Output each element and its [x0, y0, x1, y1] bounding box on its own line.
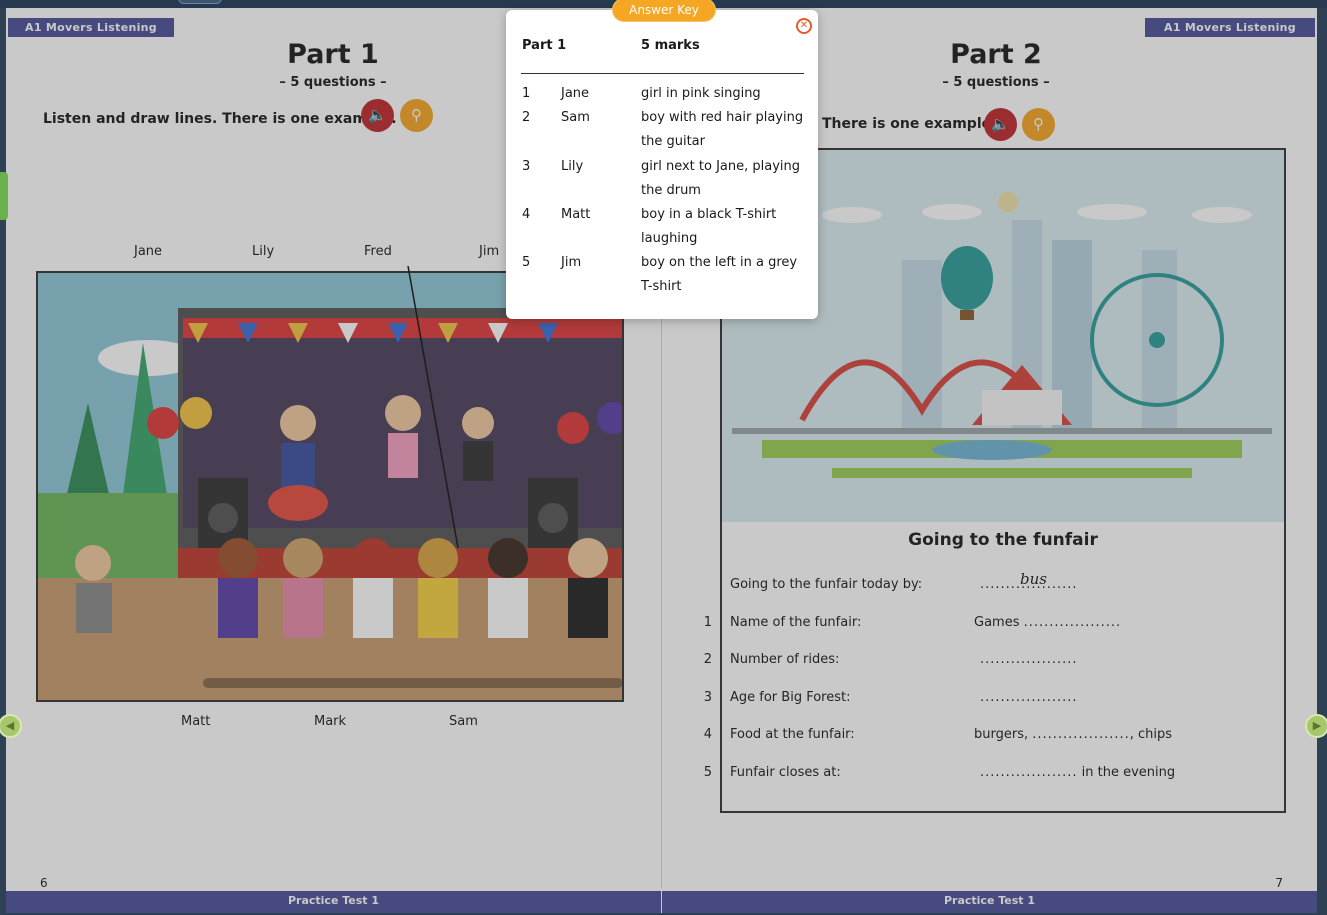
- form-answer[interactable]: ...................: [980, 690, 1078, 705]
- form-num: 1: [703, 615, 712, 630]
- answer-name: Sam: [561, 110, 590, 125]
- answer-key-part: Part 1: [522, 38, 567, 53]
- key-icon: ⚲: [1033, 115, 1044, 133]
- form-row: 2 Number of rides: ...................: [704, 652, 1284, 672]
- speaker-icon: 🔈: [991, 115, 1010, 133]
- answer-key-marks: 5 marks: [641, 38, 700, 53]
- form-prefix: Games: [974, 615, 1024, 630]
- next-page-button[interactable]: ▶: [1305, 714, 1327, 738]
- form-num: 5: [703, 765, 712, 780]
- answer-desc: boy with red hair playing the guitar: [641, 110, 804, 149]
- form-dots: ...................: [980, 690, 1078, 705]
- form-row: 1 Name of the funfair: Games ...........…: [704, 615, 1284, 635]
- form-row: 4 Food at the funfair: burgers, ........…: [704, 727, 1284, 747]
- footer-right: Practice Test 1: [662, 891, 1317, 913]
- form-num: 2: [703, 652, 712, 667]
- form-suffix: , chips: [1129, 727, 1173, 742]
- form-example-answer: bus: [1020, 570, 1047, 588]
- answer-name: Jim: [561, 255, 582, 270]
- answer-desc: boy in a black T-shirt laughing: [641, 207, 777, 246]
- form-answer[interactable]: burgers, ..................., chips: [974, 727, 1172, 742]
- form-example-label: Going to the funfair today by:: [730, 577, 923, 592]
- form-label: Age for Big Forest:: [730, 690, 851, 705]
- form-suffix: in the evening: [1077, 765, 1176, 780]
- top-tab[interactable]: [178, 0, 222, 4]
- funfair-heading: Going to the funfair: [908, 530, 1098, 550]
- answer-num: 4: [522, 207, 531, 222]
- form-dots: ...................: [1023, 615, 1122, 630]
- answer-num: 5: [522, 255, 531, 270]
- form-answer[interactable]: ................... in the evening: [980, 765, 1175, 780]
- form-answer[interactable]: ...................: [980, 652, 1078, 667]
- footer-left: Practice Test 1: [6, 891, 661, 913]
- answer-key-modal: Answer Key ✕ Part 1 5 marks 1 Jane girl …: [506, 0, 818, 319]
- answer-name: Jane: [561, 86, 590, 101]
- answer-num: 1: [522, 86, 531, 101]
- answer-key-divider: [521, 73, 804, 74]
- side-content-tab[interactable]: [0, 172, 8, 220]
- form-label: Name of the funfair:: [730, 615, 862, 630]
- form-dots: ...................: [980, 765, 1078, 780]
- answer-desc: boy on the left in a grey T-shirt: [641, 255, 798, 294]
- answer-key-button-2[interactable]: ⚲: [1022, 108, 1055, 141]
- close-button[interactable]: ✕: [796, 18, 812, 34]
- form-row: 3 Age for Big Forest: ..................…: [704, 690, 1284, 710]
- page-number-left: 6: [40, 876, 48, 890]
- form-prefix: burgers,: [974, 727, 1033, 742]
- page-number-right: 7: [1275, 876, 1283, 890]
- part2-subtitle: – 5 questions –: [942, 75, 1050, 90]
- part2-title: Part 2: [950, 39, 1042, 70]
- form-row: 5 Funfair closes at: ...................…: [704, 765, 1284, 785]
- answer-key-tab: Answer Key: [612, 0, 716, 22]
- form-label: Food at the funfair:: [730, 727, 855, 742]
- name-mark: Mark: [314, 714, 347, 729]
- name-sam: Sam: [449, 714, 478, 729]
- form-num: 4: [703, 727, 712, 742]
- answer-num: 3: [522, 159, 531, 174]
- part2-instruction: There is one example.: [822, 116, 997, 132]
- form-dots: ...................: [980, 652, 1078, 667]
- form-label: Funfair closes at:: [730, 765, 841, 780]
- form-num: 3: [703, 690, 712, 705]
- answer-desc: girl in pink singing: [641, 86, 761, 101]
- close-icon: ✕: [799, 20, 809, 31]
- form-dots: ...................: [1032, 727, 1130, 742]
- name-matt: Matt: [181, 714, 211, 729]
- chevron-left-icon: ◀: [5, 719, 15, 732]
- form-label: Number of rides:: [730, 652, 840, 667]
- header-tag-right: A1 Movers Listening: [1145, 18, 1315, 37]
- answer-name: Matt: [561, 207, 591, 222]
- form-number-rule: [720, 612, 721, 812]
- chevron-right-icon: ▶: [1312, 719, 1322, 732]
- answer-name: Lily: [561, 159, 584, 174]
- answer-num: 2: [522, 110, 531, 125]
- form-example-row: Going to the funfair today by: .........…: [722, 570, 1284, 597]
- audio-button-2[interactable]: 🔈: [984, 108, 1017, 141]
- answer-desc: girl next to Jane, playing the drum: [641, 159, 800, 198]
- form-answer[interactable]: Games ...................: [974, 615, 1121, 630]
